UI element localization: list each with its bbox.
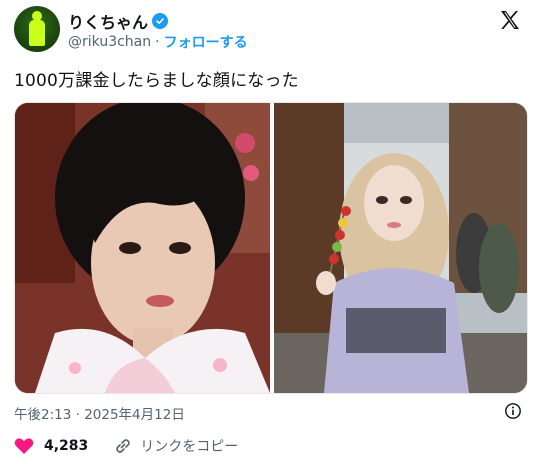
follow-button[interactable]: フォローする: [164, 32, 248, 52]
link-icon: [116, 439, 131, 453]
tweet-timestamp[interactable]: 午後2:13 · 2025年4月12日: [14, 403, 185, 423]
copy-link-label: リンクをコピー: [140, 439, 239, 455]
author-name-row[interactable]: りくちゃん: [68, 9, 169, 33]
handle-separator: ·: [155, 34, 160, 50]
author-avatar[interactable]: [14, 6, 60, 52]
photo-after-image: [274, 103, 527, 393]
tweet-actions: 4,283 リンクをコピー: [14, 436, 238, 456]
avatar-figure: [29, 11, 45, 46]
copy-link-button[interactable]: リンクをコピー: [114, 436, 238, 456]
info-icon[interactable]: [504, 402, 522, 420]
like-count: 4,283: [44, 438, 89, 454]
photo-before[interactable]: [15, 103, 270, 393]
tweet-text: 1000万課金したらましな顔になった: [14, 71, 299, 91]
verified-badge-icon: [152, 13, 169, 29]
author-display-name[interactable]: りくちゃん: [68, 9, 148, 33]
like-button[interactable]: 4,283: [14, 437, 88, 455]
tweet-media-grid: [14, 102, 528, 394]
photo-after[interactable]: [274, 103, 527, 393]
photo-before-image: [15, 103, 270, 393]
author-handle-row: @riku3chan · フォローする: [68, 32, 248, 52]
heart-icon: [14, 438, 34, 454]
x-logo-icon[interactable]: [498, 8, 522, 32]
author-handle[interactable]: @riku3chan: [68, 34, 151, 50]
